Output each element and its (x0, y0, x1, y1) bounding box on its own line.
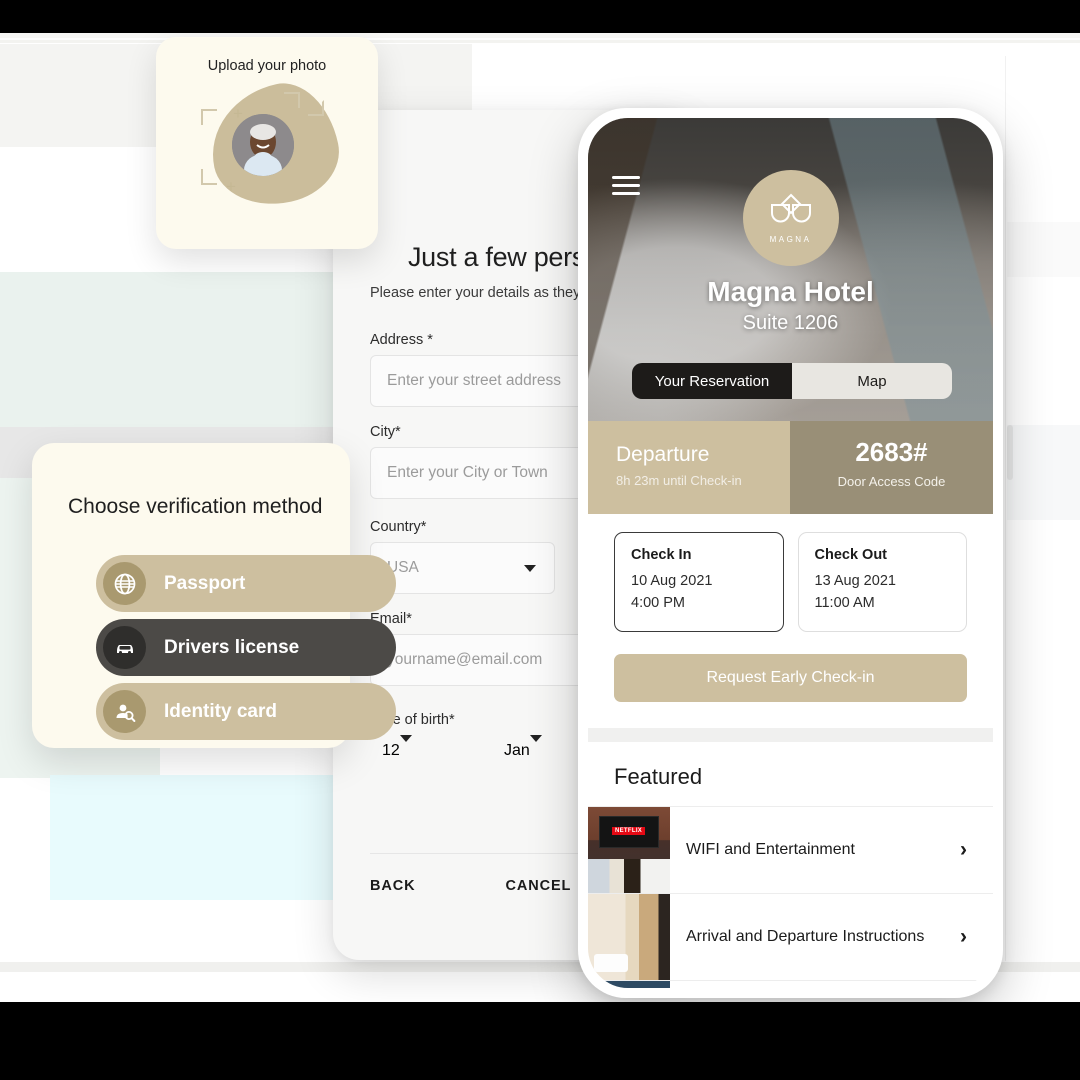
reservation-map-tabs: Your Reservation Map (632, 363, 952, 399)
check-out-title: Check Out (814, 547, 888, 563)
avatar[interactable] (232, 114, 294, 176)
dob-month-select[interactable]: Jan (492, 735, 592, 760)
chevron-right-icon: › (960, 837, 967, 861)
tab-your-reservation[interactable]: Your Reservation (632, 363, 792, 399)
verification-title: Choose verification method (68, 495, 323, 518)
request-early-checkin-button[interactable]: Request Early Check-in (614, 653, 967, 702)
check-out-date: 13 Aug 2021 (814, 573, 896, 589)
verification-option-identity-card[interactable]: Identity card (96, 683, 396, 740)
phone-mockup: MAGNA Magna Hotel Suite 1206 Your Reserv… (578, 108, 1003, 998)
logo-wordmark: MAGNA (769, 234, 812, 244)
tv-netflix-thumbnail (588, 806, 670, 893)
plus-icon: + (226, 177, 236, 196)
check-in-card[interactable]: Check In 10 Aug 2021 4:00 PM (614, 532, 784, 632)
check-in-title: Check In (631, 547, 692, 563)
section-gap (588, 727, 993, 742)
featured-heading: Featured (588, 741, 993, 806)
magna-logo: MAGNA (742, 170, 839, 266)
phone-screen: MAGNA Magna Hotel Suite 1206 Your Reserv… (588, 118, 993, 988)
verification-option-drivers-license[interactable]: Drivers license (96, 619, 396, 676)
car-icon (103, 626, 146, 669)
screenshot-canvas: MAGNA Just a few personal details Please… (0, 0, 1080, 1080)
check-in-date: 10 Aug 2021 (631, 573, 713, 589)
hotel-suite: Suite 1206 (742, 312, 839, 334)
scrollbar-thumb[interactable] (1007, 425, 1013, 480)
cancel-button[interactable]: CANCEL (506, 878, 572, 894)
hotel-hero-image: MAGNA Magna Hotel Suite 1206 Your Reserv… (588, 118, 993, 421)
list-item[interactable] (588, 979, 993, 988)
chevron-down-icon (399, 735, 412, 759)
dob-row: 12 Jan (370, 735, 592, 760)
country-select[interactable]: USA (370, 542, 555, 594)
check-in-time: 4:00 PM (631, 595, 685, 612)
back-button[interactable]: BACK (370, 878, 416, 894)
check-out-time: 11:00 AM (814, 595, 875, 612)
departure-tile: Departure 8h 23m until Check-in (588, 421, 790, 514)
status-strip: Departure 8h 23m until Check-in 2683# Do… (588, 421, 993, 514)
verification-option-passport[interactable]: Passport (96, 555, 396, 612)
background-right-band-2 (1007, 425, 1080, 520)
bed-thumbnail (588, 980, 670, 988)
check-in-out-row: Check In 10 Aug 2021 4:00 PM Check Out 1… (614, 532, 967, 632)
crop-frame-icon (201, 109, 217, 125)
stay-panel: Check In 10 Aug 2021 4:00 PM Check Out 1… (588, 514, 993, 728)
background-right-band (1007, 222, 1080, 277)
check-out-card[interactable]: Check Out 13 Aug 2021 11:00 AM (797, 532, 967, 632)
dob-day-value: 12 (382, 742, 400, 759)
departure-title: Departure (616, 443, 710, 466)
list-item[interactable]: Arrival and Departure Instructions › (588, 892, 993, 980)
departure-countdown: 8h 23m until Check-in (616, 473, 742, 488)
tab-map[interactable]: Map (792, 363, 952, 399)
id-person-search-icon (103, 690, 146, 733)
upload-photo-artwork: + + (156, 74, 378, 234)
chevron-down-icon (529, 735, 542, 759)
plus-icon: + (233, 104, 243, 123)
lotus-icon (770, 193, 811, 222)
chevron-down-icon (524, 564, 536, 572)
hamburger-menu-icon[interactable] (612, 176, 640, 195)
dob-month-value: Jan (504, 742, 530, 759)
chevron-right-icon: › (960, 924, 967, 948)
door-code-tile: 2683# Door Access Code (790, 421, 993, 514)
door-access-code: 2683# (855, 437, 928, 467)
upload-photo-card: Upload your photo + + (156, 37, 378, 249)
avatar-image (232, 114, 294, 176)
crop-frame-icon (284, 92, 300, 108)
list-item[interactable]: WIFI and Entertainment › (588, 805, 993, 893)
featured-item-label: Arrival and Departure Instructions (686, 928, 925, 946)
verification-option-label: Identity card (164, 700, 277, 722)
crop-frame-icon (201, 169, 217, 185)
featured-item-label: WIFI and Entertainment (686, 841, 855, 859)
hotel-door-thumbnail (588, 893, 670, 980)
dob-day-select[interactable]: 12 (370, 735, 474, 760)
door-access-code-label: Door Access Code (837, 474, 946, 489)
crop-frame-icon (308, 100, 324, 116)
verification-option-label: Passport (164, 572, 246, 594)
hotel-name: Magna Hotel (707, 276, 874, 307)
upload-photo-title: Upload your photo (207, 58, 327, 74)
globe-icon (103, 562, 146, 605)
verification-method-card: Choose verification method Passport Driv… (32, 443, 396, 748)
verification-option-label: Drivers license (164, 636, 300, 658)
